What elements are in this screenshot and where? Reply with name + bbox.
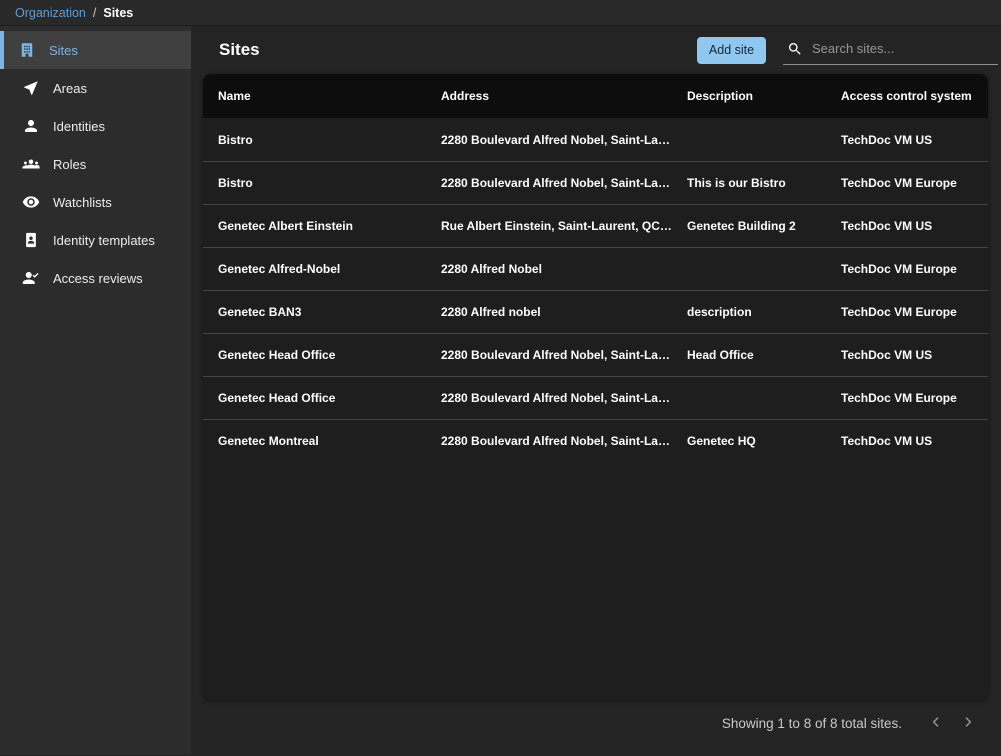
person-check-icon	[22, 269, 40, 287]
cell-description: Genetec HQ	[687, 434, 841, 448]
cell-name: Genetec BAN3	[218, 305, 441, 319]
cell-name: Genetec Albert Einstein	[218, 219, 441, 233]
cell-access-control-system: TechDoc VM US	[841, 133, 988, 147]
cell-address: 2280 Boulevard Alfred Nobel, Saint-La…	[441, 434, 687, 448]
navigation-arrow-icon	[22, 79, 40, 97]
cell-address: 2280 Boulevard Alfred Nobel, Saint-La…	[441, 176, 687, 190]
content-header: Sites Add site	[191, 26, 1001, 74]
sidebar-item-access-reviews[interactable]: Access reviews	[0, 259, 191, 297]
people-group-icon	[22, 155, 40, 173]
cell-access-control-system: TechDoc VM US	[841, 219, 988, 233]
table-row[interactable]: Genetec Head Office 2280 Boulevard Alfre…	[203, 376, 988, 419]
breadcrumb-current-page: Sites	[103, 6, 133, 20]
cell-name: Genetec Montreal	[218, 434, 441, 448]
cell-name: Bistro	[218, 176, 441, 190]
sidebar-item-areas[interactable]: Areas	[0, 69, 191, 107]
sidebar-item-label: Roles	[53, 157, 86, 172]
sidebar-item-label: Access reviews	[53, 271, 143, 286]
sidebar-item-identities[interactable]: Identities	[0, 107, 191, 145]
table-row[interactable]: Genetec Montreal 2280 Boulevard Alfred N…	[203, 419, 988, 462]
sidebar-item-watchlists[interactable]: Watchlists	[0, 183, 191, 221]
table-row[interactable]: Bistro 2280 Boulevard Alfred Nobel, Sain…	[203, 118, 988, 161]
chevron-left-icon	[928, 714, 944, 733]
cell-access-control-system: TechDoc VM Europe	[841, 176, 988, 190]
previous-page-button[interactable]	[922, 709, 950, 737]
table-header-row: Name Address Description Access control …	[203, 74, 988, 118]
table-row[interactable]: Genetec Alfred-Nobel 2280 Alfred Nobel T…	[203, 247, 988, 290]
search-field[interactable]	[783, 35, 998, 65]
cell-address: Rue Albert Einstein, Saint-Laurent, QC,…	[441, 219, 687, 233]
column-header-name[interactable]: Name	[218, 89, 441, 103]
table-row[interactable]: Genetec BAN3 2280 Alfred nobel descripti…	[203, 290, 988, 333]
sidebar-item-label: Identity templates	[53, 233, 155, 248]
sidebar: Sites Areas Identities Roles Watchlists	[0, 26, 191, 755]
table-row[interactable]: Genetec Albert Einstein Rue Albert Einst…	[203, 204, 988, 247]
cell-address: 2280 Boulevard Alfred Nobel, Saint-La…	[441, 133, 687, 147]
column-header-address[interactable]: Address	[441, 89, 687, 103]
next-page-button[interactable]	[954, 709, 982, 737]
cell-access-control-system: TechDoc VM Europe	[841, 262, 988, 276]
cell-address: 2280 Boulevard Alfred Nobel, Saint-La…	[441, 391, 687, 405]
cell-address: 2280 Alfred nobel	[441, 305, 687, 319]
cell-access-control-system: TechDoc VM Europe	[841, 391, 988, 405]
page-title: Sites	[219, 40, 260, 60]
cell-access-control-system: TechDoc VM US	[841, 434, 988, 448]
building-icon	[18, 41, 36, 59]
cell-name: Genetec Head Office	[218, 348, 441, 362]
cell-address: 2280 Alfred Nobel	[441, 262, 687, 276]
column-header-access-control-system[interactable]: Access control system	[841, 89, 988, 103]
cell-name: Genetec Alfred-Nobel	[218, 262, 441, 276]
cell-address: 2280 Boulevard Alfred Nobel, Saint-La…	[441, 348, 687, 362]
cell-description: Genetec Building 2	[687, 219, 841, 233]
table-row[interactable]: Bistro 2280 Boulevard Alfred Nobel, Sain…	[203, 161, 988, 204]
sidebar-item-label: Areas	[53, 81, 87, 96]
sidebar-item-identity-templates[interactable]: Identity templates	[0, 221, 191, 259]
sidebar-item-sites[interactable]: Sites	[0, 31, 191, 69]
search-input[interactable]	[812, 41, 996, 56]
sidebar-item-label: Watchlists	[53, 195, 112, 210]
id-badge-icon	[22, 231, 40, 249]
cell-description: This is our Bistro	[687, 176, 841, 190]
sites-table: Name Address Description Access control …	[203, 74, 988, 700]
cell-access-control-system: TechDoc VM US	[841, 348, 988, 362]
sidebar-item-label: Identities	[53, 119, 105, 134]
add-site-button[interactable]: Add site	[697, 37, 766, 64]
sidebar-item-label: Sites	[49, 43, 78, 58]
cell-name: Bistro	[218, 133, 441, 147]
person-icon	[22, 117, 40, 135]
breadcrumb-organization-link[interactable]: Organization	[15, 6, 86, 20]
pagination-status: Showing 1 to 8 of 8 total sites.	[722, 716, 902, 731]
cell-name: Genetec Head Office	[218, 391, 441, 405]
cell-description: description	[687, 305, 841, 319]
main-content: Sites Add site Name Address Description …	[191, 26, 1001, 755]
breadcrumb: Organization / Sites	[0, 0, 1001, 26]
cell-description: Head Office	[687, 348, 841, 362]
pagination-bar: Showing 1 to 8 of 8 total sites.	[191, 700, 1001, 746]
chevron-right-icon	[960, 714, 976, 733]
column-header-description[interactable]: Description	[687, 89, 841, 103]
eye-icon	[22, 193, 40, 211]
cell-access-control-system: TechDoc VM Europe	[841, 305, 988, 319]
search-icon	[787, 41, 803, 57]
sidebar-item-roles[interactable]: Roles	[0, 145, 191, 183]
breadcrumb-separator: /	[93, 6, 96, 20]
table-row[interactable]: Genetec Head Office 2280 Boulevard Alfre…	[203, 333, 988, 376]
